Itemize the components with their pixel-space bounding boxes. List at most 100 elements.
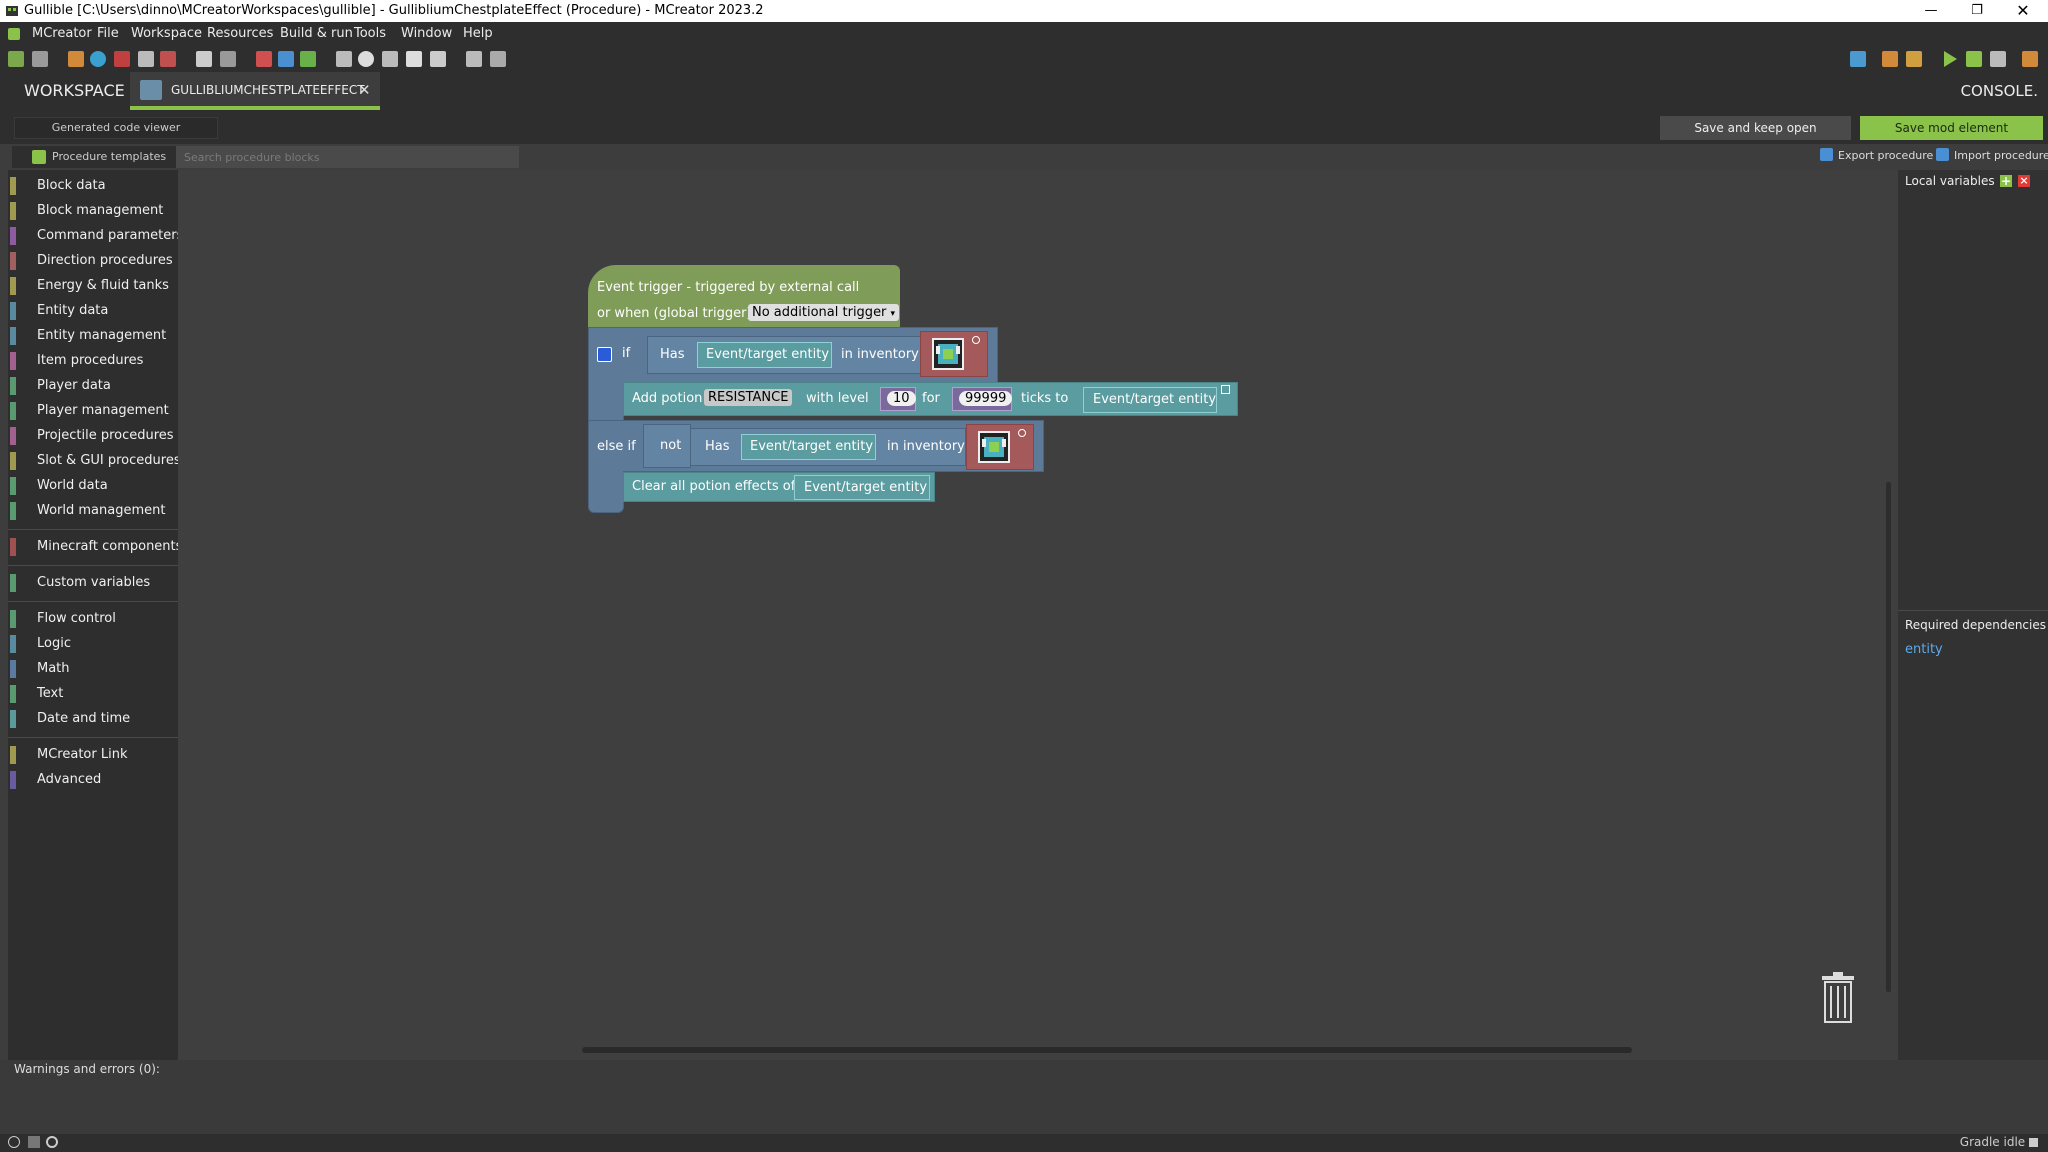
tab-procedure[interactable]: GULLIBLIUMCHESTPLATEEFFECT ✕: [130, 72, 380, 110]
import-procedure-button[interactable]: Import procedure: [1936, 148, 2048, 162]
potion-type-dropdown[interactable]: RESISTANCE: [704, 389, 793, 406]
info-icon[interactable]: [8, 1136, 20, 1148]
palette-category-direction-procedures[interactable]: Direction procedures: [8, 249, 178, 273]
horizontal-scrollbar[interactable]: [582, 1047, 1632, 1053]
structure-icon[interactable]: [114, 51, 130, 67]
palette-category-energy-fluid-tanks[interactable]: Energy & fluid tanks: [8, 274, 178, 298]
comment-icon[interactable]: [1221, 385, 1230, 394]
tab-workspace[interactable]: WORKSPACE: [24, 81, 125, 100]
workspace-icon[interactable]: [8, 51, 24, 67]
window-icon[interactable]: [466, 51, 482, 67]
add-variable-icon[interactable]: +: [2000, 175, 2012, 187]
sound-icon[interactable]: [90, 51, 106, 67]
menu-tools[interactable]: Tools: [354, 26, 386, 41]
entity-input-4[interactable]: Event/target entity: [794, 475, 930, 500]
remove-variable-icon[interactable]: ×: [2018, 175, 2030, 187]
menu-window[interactable]: Window: [401, 26, 452, 41]
not-block[interactable]: not: [643, 424, 691, 468]
palette-category-entity-management[interactable]: Entity management: [8, 324, 178, 348]
palette-category-math[interactable]: Math: [8, 657, 178, 681]
close-window-button[interactable]: ✕: [2000, 0, 2046, 22]
event-trigger-block[interactable]: Event trigger - triggered by external ca…: [588, 265, 900, 328]
trash-can-icon[interactable]: [1819, 972, 1857, 1024]
palette-category-command-parameters[interactable]: Command parameters: [8, 224, 183, 248]
has-item-block-1[interactable]: Has Event/target entity in inventory: [647, 336, 921, 374]
has-item-block-2[interactable]: Has Event/target entity in inventory: [690, 428, 966, 466]
palette-category-item-procedures[interactable]: Item procedures: [8, 349, 178, 373]
tool-icon[interactable]: [382, 51, 398, 67]
palette-category-date-and-time[interactable]: Date and time: [8, 707, 178, 731]
palette-category-advanced[interactable]: Advanced: [8, 768, 178, 792]
entity-input-1[interactable]: Event/target entity: [697, 342, 832, 368]
close-tab-icon[interactable]: ✕: [358, 81, 371, 99]
menu-resources[interactable]: Resources: [207, 26, 273, 41]
maximize-button[interactable]: ❐: [1954, 0, 2000, 22]
model-icon[interactable]: [138, 51, 154, 67]
ticks-input[interactable]: 99999: [952, 387, 1013, 411]
palette-category-custom-variables[interactable]: Custom variables: [8, 571, 178, 595]
export-mod-icon[interactable]: [2022, 51, 2038, 67]
palette-category-block-data[interactable]: Block data: [8, 174, 178, 198]
package-icon[interactable]: [430, 51, 446, 67]
palette-category-world-data[interactable]: World data: [8, 474, 178, 498]
palette-category-projectile-procedures[interactable]: Projectile procedures: [8, 424, 178, 448]
global-trigger-dropdown[interactable]: No additional trigger ▾: [748, 304, 900, 321]
search-procedure-blocks-input[interactable]: Search procedure blocks: [176, 146, 519, 168]
grid-icon[interactable]: [278, 51, 294, 67]
menu-workspace[interactable]: Workspace: [131, 26, 202, 41]
hammer-icon[interactable]: [1906, 51, 1922, 67]
blockly-canvas[interactable]: [178, 170, 1898, 1060]
clear-potion-effects-block[interactable]: Clear all potion effects of Event/target…: [623, 472, 935, 502]
wifi-icon[interactable]: [28, 1136, 40, 1148]
menu-mcreator[interactable]: MCreator: [32, 26, 92, 41]
add-potion-block[interactable]: Add potion RESISTANCE with level 10 for …: [623, 382, 1238, 416]
menu-file[interactable]: File: [97, 26, 119, 41]
tree-icon[interactable]: [336, 51, 352, 67]
item-block-1[interactable]: [920, 331, 988, 377]
stop-icon[interactable]: [1990, 51, 2006, 67]
palette-category-flow-control[interactable]: Flow control: [8, 607, 178, 631]
palette-category-block-management[interactable]: Block management: [8, 199, 178, 223]
run-client-icon[interactable]: [1944, 51, 1957, 67]
entity-input-3[interactable]: Event/target entity: [741, 434, 876, 460]
console-tab[interactable]: CONSOLE.: [1961, 82, 2038, 100]
palette-icon[interactable]: [358, 51, 374, 67]
menu-build-run[interactable]: Build & run: [280, 26, 353, 41]
recipe-icon[interactable]: [256, 51, 272, 67]
menu-help[interactable]: Help: [463, 26, 493, 41]
palette-category-mcreator-link[interactable]: MCreator Link: [8, 743, 178, 767]
item-block-2[interactable]: [966, 424, 1034, 470]
layout-icon[interactable]: [300, 51, 316, 67]
image-icon[interactable]: [220, 51, 236, 67]
procedure-templates-button[interactable]: Procedure templates: [12, 146, 176, 168]
brush-icon[interactable]: [1882, 51, 1898, 67]
resource-pack-icon[interactable]: [196, 51, 212, 67]
animation-icon[interactable]: [160, 51, 176, 67]
palette-category-entity-data[interactable]: Entity data: [8, 299, 178, 323]
item-options-icon-2[interactable]: [1018, 429, 1026, 437]
level-input[interactable]: 10: [880, 387, 916, 411]
palette-category-slot-gui-procedures[interactable]: Slot & GUI procedures: [8, 449, 181, 473]
folder-icon[interactable]: [1850, 51, 1866, 67]
item-options-icon[interactable]: [972, 336, 980, 344]
mutator-gear-icon[interactable]: [597, 347, 612, 362]
generated-code-viewer-button[interactable]: Generated code viewer: [14, 117, 218, 139]
palette-category-minecraft-components[interactable]: Minecraft components: [8, 535, 182, 559]
palette-category-world-management[interactable]: World management: [8, 499, 178, 523]
palette-category-text[interactable]: Text: [8, 682, 178, 706]
settings-icon[interactable]: [46, 1136, 58, 1148]
palette-category-logic[interactable]: Logic: [8, 632, 178, 656]
save-and-keep-open-button[interactable]: Save and keep open: [1660, 116, 1851, 140]
vertical-scrollbar[interactable]: [1886, 482, 1891, 992]
minimize-button[interactable]: —: [1908, 0, 1954, 22]
monitor-icon[interactable]: [32, 51, 48, 67]
save-mod-element-button[interactable]: Save mod element: [1860, 116, 2043, 140]
palette-category-player-management[interactable]: Player management: [8, 399, 178, 423]
puzzle-icon[interactable]: [406, 51, 422, 67]
palette-category-player-data[interactable]: Player data: [8, 374, 178, 398]
export-procedure-button[interactable]: Export procedure: [1820, 148, 1933, 162]
run-server-icon[interactable]: [1966, 51, 1982, 67]
entity-input-2[interactable]: Event/target entity: [1083, 387, 1217, 413]
link-icon[interactable]: [490, 51, 506, 67]
texture-icon[interactable]: [68, 51, 84, 67]
